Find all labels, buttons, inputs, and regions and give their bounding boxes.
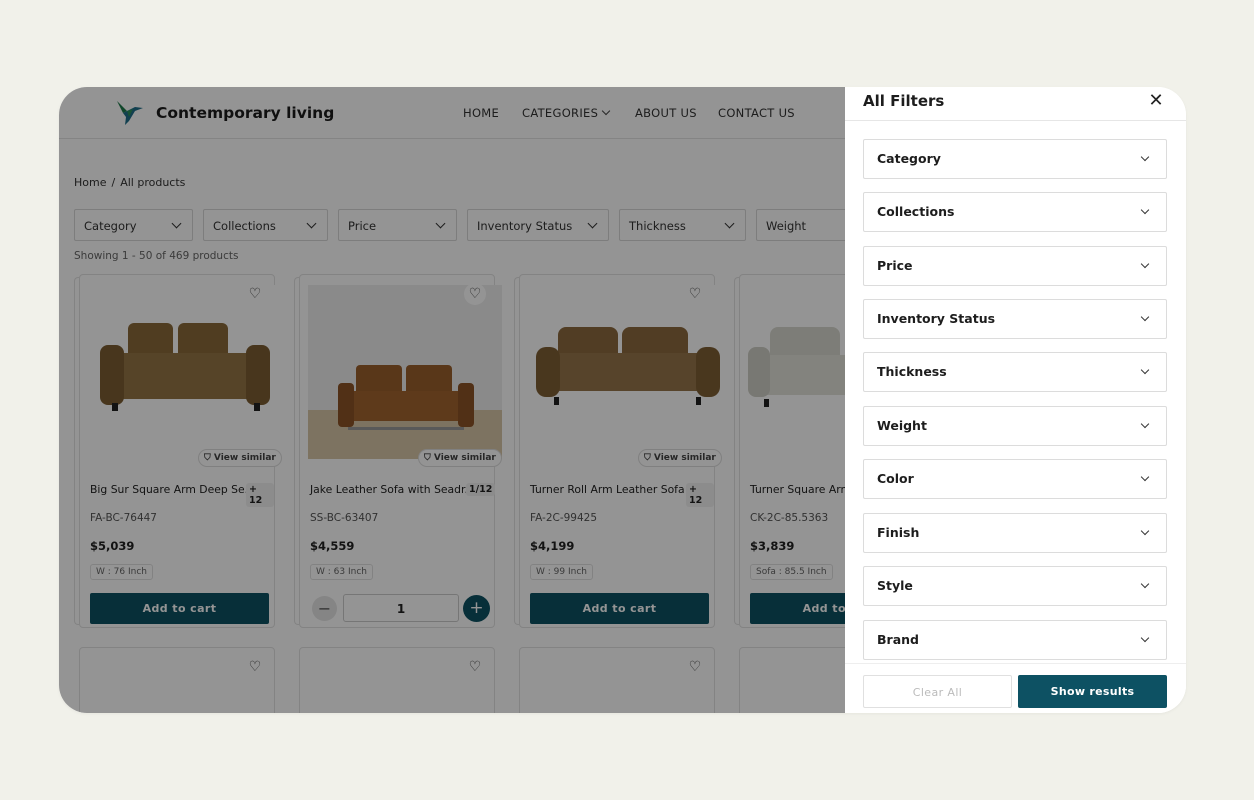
facet-label: Inventory Status: [877, 311, 996, 326]
app-frame: Contemporary living HOME CATEGORIES ABOU…: [59, 87, 1186, 713]
facet-label: Color: [877, 471, 914, 486]
facet-label: Finish: [877, 525, 920, 540]
chevron-down-icon: [1140, 526, 1150, 536]
chevron-down-icon: [1140, 472, 1150, 482]
facet-finish[interactable]: Finish: [863, 513, 1167, 553]
modal-backdrop[interactable]: [59, 87, 845, 713]
facet-inventory-status[interactable]: Inventory Status: [863, 299, 1167, 339]
divider: [845, 120, 1186, 121]
chevron-down-icon: [1140, 205, 1150, 215]
facet-weight[interactable]: Weight: [863, 406, 1167, 446]
facet-price[interactable]: Price: [863, 246, 1167, 286]
show-results-button[interactable]: Show results: [1018, 675, 1167, 708]
facet-label: Thickness: [877, 364, 947, 379]
facet-label: Collections: [877, 204, 955, 219]
chevron-down-icon: [1140, 633, 1150, 643]
facet-style[interactable]: Style: [863, 566, 1167, 606]
product-listing-page: Contemporary living HOME CATEGORIES ABOU…: [59, 87, 845, 713]
chevron-down-icon: [1140, 312, 1150, 322]
facet-brand[interactable]: Brand: [863, 620, 1167, 660]
facet-label: Brand: [877, 632, 919, 647]
chevron-down-icon: [1140, 579, 1150, 589]
facet-label: Style: [877, 578, 913, 593]
facet-category[interactable]: Category: [863, 139, 1167, 179]
chevron-down-icon: [1140, 419, 1150, 429]
close-icon[interactable]: ✕: [1147, 92, 1165, 110]
clear-all-button[interactable]: Clear All: [863, 675, 1012, 708]
facet-thickness[interactable]: Thickness: [863, 352, 1167, 392]
drawer-title: All Filters: [863, 92, 945, 110]
all-filters-drawer: All Filters ✕ Category Collections Price…: [845, 87, 1186, 713]
facet-label: Category: [877, 151, 941, 166]
facet-label: Weight: [877, 418, 927, 433]
chevron-down-icon: [1140, 152, 1150, 162]
chevron-down-icon: [1140, 259, 1150, 269]
facet-label: Price: [877, 258, 913, 273]
facet-color[interactable]: Color: [863, 459, 1167, 499]
facet-collections[interactable]: Collections: [863, 192, 1167, 232]
chevron-down-icon: [1140, 365, 1150, 375]
